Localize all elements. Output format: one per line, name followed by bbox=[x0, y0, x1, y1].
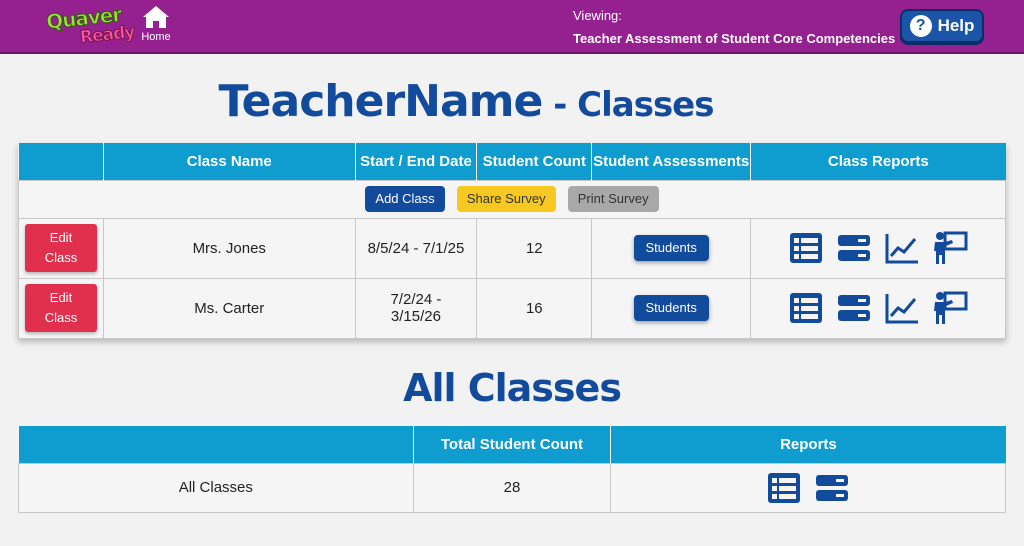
list-report-icon[interactable] bbox=[814, 471, 850, 505]
total-student-count: 28 bbox=[412, 462, 612, 513]
table-row: All Classes 28 bbox=[18, 462, 1006, 513]
table-row: Edit Class Ms. Carter 7/2/24 -3/15/26 16 … bbox=[18, 277, 1006, 339]
print-survey-button[interactable]: Print Survey bbox=[567, 186, 659, 212]
share-survey-button[interactable]: Share Survey bbox=[456, 186, 556, 212]
home-icon bbox=[143, 6, 169, 28]
student-count: 16 bbox=[476, 277, 593, 339]
line-chart-icon[interactable] bbox=[884, 231, 920, 265]
edit-class-button[interactable]: Edit Class bbox=[24, 284, 97, 332]
class-report-icons bbox=[751, 291, 1005, 325]
teacher-name: TeacherName bbox=[218, 76, 544, 127]
student-count: 12 bbox=[476, 217, 593, 279]
classes-table-header: Class Name Start / End Date Student Coun… bbox=[18, 143, 1006, 180]
class-report-icons bbox=[751, 231, 1005, 265]
all-classes-table: Total Student Count Reports All Classes … bbox=[18, 426, 1006, 513]
all-classes-report-icons bbox=[611, 471, 1005, 505]
class-name: Ms. Carter bbox=[102, 277, 356, 339]
line-chart-icon[interactable] bbox=[884, 291, 920, 325]
class-dates: 8/5/24 - 7/1/25 bbox=[354, 217, 478, 279]
header-class-name: Class Name bbox=[103, 143, 356, 180]
add-class-button[interactable]: Add Class bbox=[365, 186, 445, 212]
table-report-icon[interactable] bbox=[788, 231, 824, 265]
viewing-label: Viewing: bbox=[573, 8, 622, 23]
teacher-presentation-icon[interactable] bbox=[932, 291, 968, 325]
table-report-icon[interactable] bbox=[766, 471, 802, 505]
top-bar: Quaver Ready Home Viewing: Teacher Asses… bbox=[0, 0, 1024, 54]
all-classes-header: Total Student Count Reports bbox=[18, 426, 1006, 463]
viewing-info: Viewing: Teacher Assessment of Student C… bbox=[573, 8, 895, 46]
logo-text-ready: Ready bbox=[79, 22, 136, 49]
header-dates: Start / End Date bbox=[355, 143, 478, 180]
page-title: TeacherName - Classes bbox=[0, 76, 932, 127]
teacher-presentation-icon[interactable] bbox=[932, 231, 968, 265]
class-dates: 7/2/24 -3/15/26 bbox=[354, 277, 478, 339]
list-report-icon[interactable] bbox=[836, 291, 872, 325]
class-name: Mrs. Jones bbox=[102, 217, 356, 279]
table-row: Edit Class Mrs. Jones 8/5/24 - 7/1/25 12 … bbox=[18, 217, 1006, 279]
classes-table: Class Name Start / End Date Student Coun… bbox=[18, 143, 1006, 339]
help-button[interactable]: ? Help bbox=[900, 9, 984, 43]
students-button[interactable]: Students bbox=[633, 295, 709, 321]
viewing-title: Teacher Assessment of Student Core Compe… bbox=[573, 31, 896, 46]
all-classes-title: All Classes bbox=[403, 366, 622, 410]
header-blank bbox=[18, 426, 414, 463]
header-class-reports: Class Reports bbox=[750, 143, 1006, 180]
home-label: Home bbox=[141, 31, 171, 43]
list-report-icon[interactable] bbox=[836, 231, 872, 265]
header-student-count: Student Count bbox=[476, 143, 593, 180]
help-icon: ? bbox=[909, 15, 932, 37]
home-button[interactable]: Home bbox=[140, 5, 172, 43]
header-edit bbox=[18, 143, 104, 180]
header-student-assessments: Student Assessments bbox=[591, 143, 752, 180]
help-label: Help bbox=[937, 16, 975, 35]
quaver-ready-logo[interactable]: Quaver Ready bbox=[44, 2, 135, 49]
all-classes-name: All Classes bbox=[18, 462, 414, 513]
students-button[interactable]: Students bbox=[633, 235, 709, 261]
table-report-icon[interactable] bbox=[788, 291, 824, 325]
header-reports: Reports bbox=[610, 426, 1006, 463]
classes-actions-row: Add Class Share Survey Print Survey bbox=[18, 179, 1006, 219]
header-total-student-count: Total Student Count bbox=[413, 426, 612, 463]
title-suffix: - Classes bbox=[542, 85, 714, 125]
edit-class-button[interactable]: Edit Class bbox=[24, 224, 97, 272]
